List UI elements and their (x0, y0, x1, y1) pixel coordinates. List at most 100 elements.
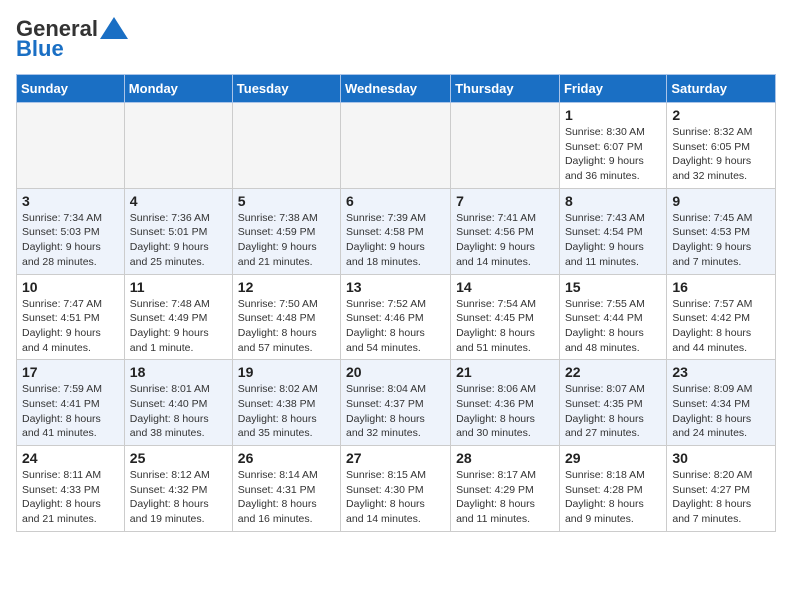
day-number: 22 (565, 364, 661, 380)
calendar-week-row: 17 Sunrise: 7:59 AMSunset: 4:41 PMDayligh… (17, 360, 776, 446)
calendar-day-16: 16 Sunrise: 7:57 AMSunset: 4:42 PMDayligh… (667, 274, 776, 360)
day-number: 25 (130, 450, 227, 466)
day-number: 19 (238, 364, 335, 380)
day-info: Sunrise: 8:30 AMSunset: 6:07 PMDaylight:… (565, 125, 661, 184)
weekday-header-monday: Monday (124, 75, 232, 103)
day-info: Sunrise: 8:32 AMSunset: 6:05 PMDaylight:… (672, 125, 770, 184)
calendar-header-row: SundayMondayTuesdayWednesdayThursdayFrid… (17, 75, 776, 103)
day-info: Sunrise: 7:34 AMSunset: 5:03 PMDaylight:… (22, 211, 119, 270)
day-number: 13 (346, 279, 445, 295)
day-number: 18 (130, 364, 227, 380)
calendar-day-25: 25Sunrise: 8:12 AMSunset: 4:32 PMDayligh… (124, 446, 232, 532)
calendar-day-12: 12 Sunrise: 7:50 AMSunset: 4:48 PMDayligh… (232, 274, 340, 360)
day-number: 6 (346, 193, 445, 209)
day-number: 4 (130, 193, 227, 209)
calendar-day-29: 29 Sunrise: 8:18 AMSunset: 4:28 PMDayligh… (559, 446, 666, 532)
day-info: Sunrise: 7:39 AMSunset: 4:58 PMDaylight:… (346, 211, 445, 270)
calendar-empty-cell (341, 103, 451, 189)
day-number: 27 (346, 450, 445, 466)
day-info: Sunrise: 7:54 AMSunset: 4:45 PMDaylight:… (456, 297, 554, 356)
calendar-day-10: 10 Sunrise: 7:47 AMSunset: 4:51 PMDayligh… (17, 274, 125, 360)
calendar-day-13: 13 Sunrise: 7:52 AMSunset: 4:46 PMDayligh… (341, 274, 451, 360)
day-info: Sunrise: 8:18 AMSunset: 4:28 PMDaylight:… (565, 468, 661, 527)
day-number: 3 (22, 193, 119, 209)
calendar-table: SundayMondayTuesdayWednesdayThursdayFrid… (16, 74, 776, 532)
day-info: Sunrise: 7:36 AMSunset: 5:01 PMDaylight:… (130, 211, 227, 270)
day-info: Sunrise: 8:09 AMSunset: 4:34 PMDaylight:… (672, 382, 770, 441)
day-number: 2 (672, 107, 770, 123)
day-number: 24 (22, 450, 119, 466)
weekday-header-wednesday: Wednesday (341, 75, 451, 103)
calendar-day-14: 14 Sunrise: 7:54 AMSunset: 4:45 PMDayligh… (451, 274, 560, 360)
day-number: 26 (238, 450, 335, 466)
day-number: 21 (456, 364, 554, 380)
calendar-day-27: 27 Sunrise: 8:15 AMSunset: 4:30 PMDayligh… (341, 446, 451, 532)
logo: General Blue (16, 16, 128, 62)
weekday-header-tuesday: Tuesday (232, 75, 340, 103)
calendar-day-22: 22 Sunrise: 8:07 AMSunset: 4:35 PMDayligh… (559, 360, 666, 446)
day-info: Sunrise: 8:20 AMSunset: 4:27 PMDaylight:… (672, 468, 770, 527)
day-number: 28 (456, 450, 554, 466)
day-info: Sunrise: 7:41 AMSunset: 4:56 PMDaylight:… (456, 211, 554, 270)
day-info: Sunrise: 8:15 AMSunset: 4:30 PMDaylight:… (346, 468, 445, 527)
calendar-week-row: 3 Sunrise: 7:34 AMSunset: 5:03 PMDaylight… (17, 188, 776, 274)
calendar-day-8: 8 Sunrise: 7:43 AMSunset: 4:54 PMDaylight… (559, 188, 666, 274)
calendar-day-2: 2 Sunrise: 8:32 AMSunset: 6:05 PMDaylight… (667, 103, 776, 189)
day-info: Sunrise: 8:02 AMSunset: 4:38 PMDaylight:… (238, 382, 335, 441)
day-info: Sunrise: 8:06 AMSunset: 4:36 PMDaylight:… (456, 382, 554, 441)
day-number: 16 (672, 279, 770, 295)
calendar-day-20: 20 Sunrise: 8:04 AMSunset: 4:37 PMDayligh… (341, 360, 451, 446)
weekday-header-friday: Friday (559, 75, 666, 103)
day-number: 17 (22, 364, 119, 380)
day-info: Sunrise: 7:38 AMSunset: 4:59 PMDaylight:… (238, 211, 335, 270)
logo-icon (100, 17, 128, 39)
calendar-day-17: 17 Sunrise: 7:59 AMSunset: 4:41 PMDayligh… (17, 360, 125, 446)
day-info: Sunrise: 7:45 AMSunset: 4:53 PMDaylight:… (672, 211, 770, 270)
day-number: 9 (672, 193, 770, 209)
day-number: 1 (565, 107, 661, 123)
day-number: 14 (456, 279, 554, 295)
day-info: Sunrise: 7:52 AMSunset: 4:46 PMDaylight:… (346, 297, 445, 356)
calendar-day-23: 23 Sunrise: 8:09 AMSunset: 4:34 PMDayligh… (667, 360, 776, 446)
day-number: 10 (22, 279, 119, 295)
day-info: Sunrise: 7:55 AMSunset: 4:44 PMDaylight:… (565, 297, 661, 356)
day-info: Sunrise: 7:43 AMSunset: 4:54 PMDaylight:… (565, 211, 661, 270)
day-info: Sunrise: 8:07 AMSunset: 4:35 PMDaylight:… (565, 382, 661, 441)
day-info: Sunrise: 7:59 AMSunset: 4:41 PMDaylight:… (22, 382, 119, 441)
calendar-empty-cell (232, 103, 340, 189)
day-number: 29 (565, 450, 661, 466)
day-number: 23 (672, 364, 770, 380)
day-info: Sunrise: 7:47 AMSunset: 4:51 PMDaylight:… (22, 297, 119, 356)
day-info: Sunrise: 7:50 AMSunset: 4:48 PMDaylight:… (238, 297, 335, 356)
calendar-day-7: 7Sunrise: 7:41 AMSunset: 4:56 PMDaylight… (451, 188, 560, 274)
calendar-day-11: 11Sunrise: 7:48 AMSunset: 4:49 PMDayligh… (124, 274, 232, 360)
calendar-day-28: 28Sunrise: 8:17 AMSunset: 4:29 PMDayligh… (451, 446, 560, 532)
day-number: 12 (238, 279, 335, 295)
calendar-day-19: 19 Sunrise: 8:02 AMSunset: 4:38 PMDayligh… (232, 360, 340, 446)
day-number: 15 (565, 279, 661, 295)
calendar-day-21: 21 Sunrise: 8:06 AMSunset: 4:36 PMDayligh… (451, 360, 560, 446)
day-number: 30 (672, 450, 770, 466)
day-number: 8 (565, 193, 661, 209)
calendar-empty-cell (124, 103, 232, 189)
day-info: Sunrise: 8:01 AMSunset: 4:40 PMDaylight:… (130, 382, 227, 441)
day-info: Sunrise: 8:14 AMSunset: 4:31 PMDaylight:… (238, 468, 335, 527)
page-header: General Blue (16, 16, 776, 62)
day-number: 20 (346, 364, 445, 380)
day-number: 5 (238, 193, 335, 209)
weekday-header-sunday: Sunday (17, 75, 125, 103)
day-info: Sunrise: 7:48 AMSunset: 4:49 PMDaylight:… (130, 297, 227, 356)
calendar-day-1: 1 Sunrise: 8:30 AMSunset: 6:07 PMDaylight… (559, 103, 666, 189)
calendar-empty-cell (17, 103, 125, 189)
calendar-day-30: 30 Sunrise: 8:20 AMSunset: 4:27 PMDayligh… (667, 446, 776, 532)
weekday-header-saturday: Saturday (667, 75, 776, 103)
calendar-day-18: 18 Sunrise: 8:01 AMSunset: 4:40 PMDayligh… (124, 360, 232, 446)
logo-blue-text: Blue (16, 36, 64, 62)
day-info: Sunrise: 7:57 AMSunset: 4:42 PMDaylight:… (672, 297, 770, 356)
weekday-header-thursday: Thursday (451, 75, 560, 103)
day-info: Sunrise: 8:04 AMSunset: 4:37 PMDaylight:… (346, 382, 445, 441)
calendar-day-5: 5 Sunrise: 7:38 AMSunset: 4:59 PMDaylight… (232, 188, 340, 274)
calendar-week-row: 10 Sunrise: 7:47 AMSunset: 4:51 PMDayligh… (17, 274, 776, 360)
calendar-week-row: 24Sunrise: 8:11 AMSunset: 4:33 PMDayligh… (17, 446, 776, 532)
calendar-day-6: 6 Sunrise: 7:39 AMSunset: 4:58 PMDaylight… (341, 188, 451, 274)
